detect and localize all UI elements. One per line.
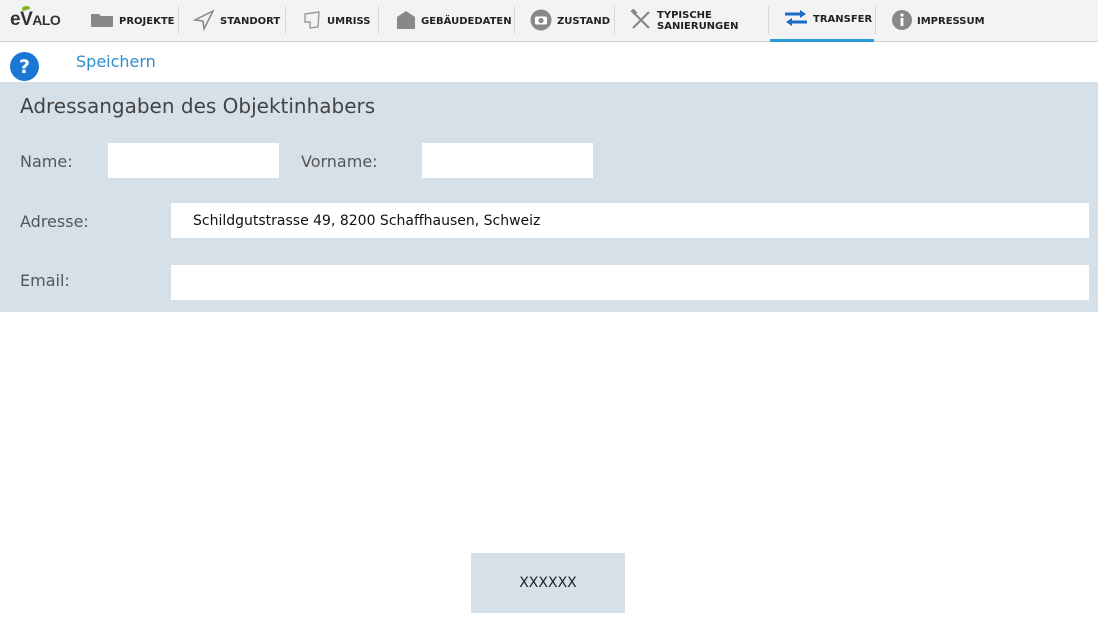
nav-label: STANDORT — [220, 15, 281, 27]
nav-label: ZUSTAND — [557, 15, 611, 27]
owner-address-form: Adressangaben des Objektinhabers Name: V… — [0, 82, 1098, 312]
camera-icon — [530, 9, 552, 34]
folder-icon — [90, 12, 114, 31]
toolbar: ? Speichern — [0, 43, 1098, 82]
nav-label-line1: TYPISCHE — [657, 10, 712, 21]
outline-shape-icon — [302, 10, 322, 33]
vorname-label: Vorname: — [301, 152, 378, 171]
name-field[interactable] — [108, 143, 279, 178]
name-label: Name: — [20, 152, 73, 171]
nav-item-impressum[interactable]: IMPRESSUM — [892, 0, 985, 42]
help-button[interactable]: ? — [10, 52, 39, 81]
nav-divider — [178, 6, 179, 34]
house-icon — [396, 10, 416, 33]
vorname-field[interactable] — [422, 143, 593, 178]
location-arrow-icon — [192, 8, 215, 34]
nav-divider — [514, 6, 515, 34]
email-label: Email: — [20, 271, 70, 290]
nav-label-line2: SANIERUNGEN — [657, 21, 739, 32]
adresse-label: Adresse: — [20, 212, 89, 231]
nav-divider — [768, 6, 769, 34]
nav-item-transfer[interactable]: TRANSFER — [770, 0, 874, 42]
tools-icon — [630, 7, 652, 34]
app-logo: eVALO — [10, 9, 61, 30]
action-button[interactable]: XXXXXX — [471, 553, 625, 613]
question-mark-icon: ? — [18, 55, 31, 78]
nav-item-projekte[interactable]: PROJEKTE — [90, 0, 174, 42]
nav-item-umriss[interactable]: UMRISS — [302, 0, 370, 42]
info-icon — [892, 9, 912, 33]
top-nav: eVALO PROJEKTE STANDORT UMRISS GEBÄUDEDA… — [0, 0, 1098, 42]
nav-item-zustand[interactable]: ZUSTAND — [530, 0, 610, 42]
nav-divider — [378, 6, 379, 34]
nav-item-gebaeudedaten[interactable]: GEBÄUDEDATEN — [396, 0, 512, 42]
nav-item-typische-sanierungen[interactable]: TYPISCHE SANIERUNGEN — [630, 0, 738, 42]
transfer-arrows-icon — [784, 9, 808, 30]
nav-label: IMPRESSUM — [917, 15, 985, 27]
address-field[interactable] — [171, 203, 1089, 238]
nav-divider — [285, 6, 286, 34]
save-button[interactable]: Speichern — [76, 52, 156, 71]
nav-label: GEBÄUDEDATEN — [421, 15, 512, 27]
nav-label-stack: TYPISCHE SANIERUNGEN — [657, 10, 738, 32]
nav-label: UMRISS — [327, 15, 371, 27]
nav-label: TRANSFER — [813, 14, 873, 25]
nav-divider — [614, 6, 615, 34]
nav-divider — [875, 6, 876, 34]
form-title: Adressangaben des Objektinhabers — [20, 94, 376, 118]
email-field[interactable] — [171, 265, 1089, 300]
nav-label: PROJEKTE — [119, 15, 175, 27]
nav-item-standort[interactable]: STANDORT — [192, 0, 281, 42]
